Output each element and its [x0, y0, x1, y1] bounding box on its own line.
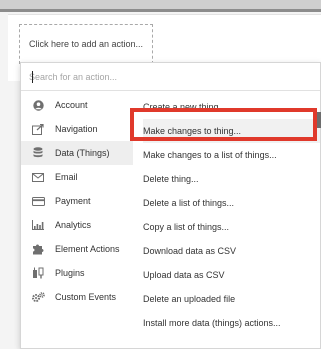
- category-data-things[interactable]: Data (Things): [21, 141, 133, 165]
- category-payment[interactable]: Payment: [21, 189, 133, 213]
- navigation-icon: [25, 123, 51, 135]
- divider: [21, 90, 320, 91]
- add-action-button[interactable]: Click here to add an action...: [19, 24, 153, 64]
- search-input[interactable]: [27, 67, 314, 87]
- category-email[interactable]: Email: [21, 165, 133, 189]
- analytics-icon: [25, 220, 51, 230]
- side-handle: [317, 112, 321, 128]
- category-label: Custom Events: [55, 292, 117, 302]
- user-icon: [25, 99, 51, 111]
- category-label: Navigation: [55, 124, 98, 134]
- database-icon: [25, 147, 51, 159]
- category-label: Element Actions: [55, 244, 120, 254]
- search-box[interactable]: [27, 67, 314, 87]
- action-picker-dropdown: Account Navigation Data (Things) Email P…: [20, 62, 321, 349]
- email-icon: [25, 172, 51, 182]
- category-label: Email: [55, 172, 78, 182]
- action-install-more[interactable]: Install more data (things) actions...: [143, 311, 320, 335]
- action-copy-list[interactable]: Copy a list of things...: [143, 215, 320, 239]
- action-delete-list[interactable]: Delete a list of things...: [143, 191, 320, 215]
- plugin-icon: [25, 267, 51, 279]
- top-bar: [0, 0, 321, 12]
- category-label: Account: [55, 100, 88, 110]
- highlight-box: [130, 108, 317, 141]
- category-label: Plugins: [55, 268, 85, 278]
- category-element-actions[interactable]: Element Actions: [21, 237, 133, 261]
- category-list: Account Navigation Data (Things) Email P…: [21, 93, 133, 309]
- action-delete-uploaded-file[interactable]: Delete an uploaded file: [143, 287, 320, 311]
- action-download-csv[interactable]: Download data as CSV: [143, 239, 320, 263]
- action-upload-csv[interactable]: Upload data as CSV: [143, 263, 320, 287]
- category-analytics[interactable]: Analytics: [21, 213, 133, 237]
- category-label: Payment: [55, 196, 91, 206]
- category-navigation[interactable]: Navigation: [21, 117, 133, 141]
- category-plugins[interactable]: Plugins: [21, 261, 133, 285]
- action-make-changes-to-list[interactable]: Make changes to a list of things...: [143, 143, 320, 167]
- gears-icon: [25, 291, 51, 303]
- credit-card-icon: [25, 196, 51, 206]
- action-delete-thing[interactable]: Delete thing...: [143, 167, 320, 191]
- category-label: Data (Things): [55, 148, 110, 158]
- category-custom-events[interactable]: Custom Events: [21, 285, 133, 309]
- text-cursor: [32, 71, 33, 83]
- category-account[interactable]: Account: [21, 93, 133, 117]
- puzzle-icon: [25, 243, 51, 255]
- category-label: Analytics: [55, 220, 92, 230]
